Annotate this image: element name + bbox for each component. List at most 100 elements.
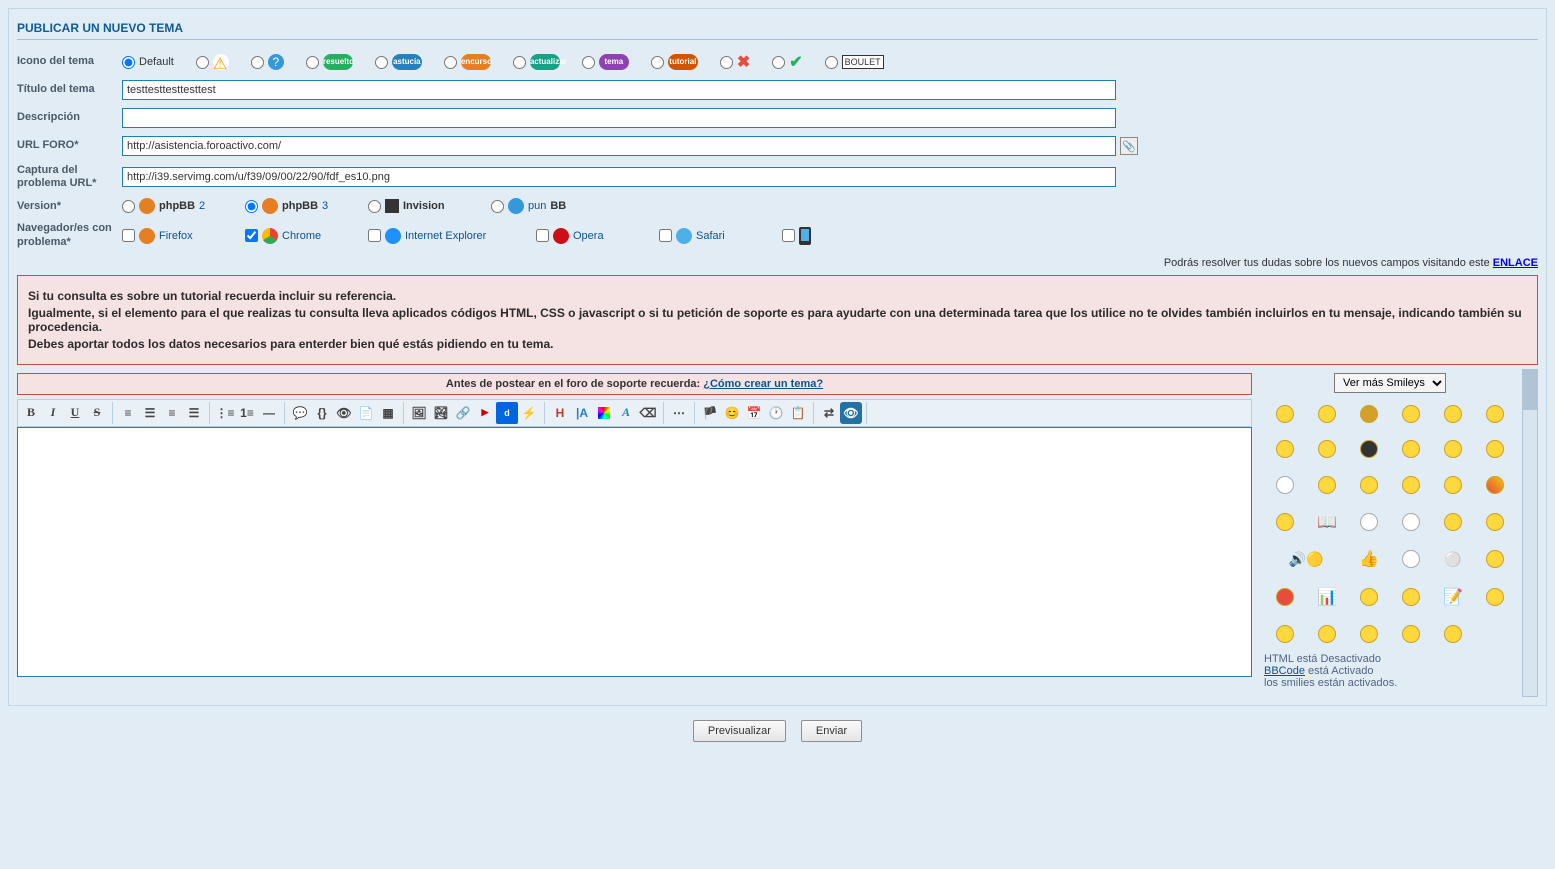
underline-button[interactable]: U bbox=[64, 402, 86, 424]
smiley-dot[interactable]: ⚪ bbox=[1444, 551, 1461, 568]
smiley-worried[interactable] bbox=[1402, 476, 1420, 494]
smiley-cool[interactable] bbox=[1486, 550, 1504, 568]
preview-button[interactable]: Previsualizar bbox=[693, 720, 786, 742]
smiley-b[interactable] bbox=[1276, 625, 1294, 643]
smiley-cry[interactable] bbox=[1444, 405, 1462, 423]
smiley-thumbsup[interactable]: 👍 bbox=[1359, 549, 1379, 569]
flash-button[interactable]: ⚡ bbox=[518, 402, 540, 424]
browser-opera-check[interactable] bbox=[536, 229, 549, 242]
list-number-button[interactable]: 1≡ bbox=[236, 402, 258, 424]
icon-radio-tematico[interactable] bbox=[582, 56, 595, 69]
preview-button[interactable]: 👁 bbox=[840, 402, 862, 424]
align-left-button[interactable]: ≡ bbox=[117, 402, 139, 424]
table-button[interactable]: ▦ bbox=[377, 402, 399, 424]
align-justify-button[interactable]: ☰ bbox=[183, 402, 205, 424]
smiley-wink[interactable] bbox=[1360, 405, 1378, 423]
headers-button[interactable]: H bbox=[549, 402, 571, 424]
spoiler-button[interactable]: 👁 bbox=[333, 402, 355, 424]
emoji-button[interactable]: 😊 bbox=[721, 402, 743, 424]
remove-format-button[interactable]: ⌫ bbox=[637, 402, 659, 424]
smiley-ninja[interactable] bbox=[1360, 440, 1378, 458]
smiley-smile[interactable] bbox=[1276, 405, 1294, 423]
source-button[interactable]: ⇄ bbox=[818, 402, 840, 424]
smiley-scrollbar[interactable] bbox=[1522, 369, 1538, 697]
more-button[interactable]: ⋯ bbox=[668, 402, 690, 424]
icon-radio-tutorial[interactable] bbox=[651, 56, 664, 69]
icon-radio-actualizar[interactable] bbox=[513, 56, 526, 69]
smiley-alien[interactable] bbox=[1402, 513, 1420, 531]
link-button[interactable]: 🔗 bbox=[452, 402, 474, 424]
icon-radio-resuelto[interactable] bbox=[306, 56, 319, 69]
flag-button[interactable]: 🏴 bbox=[699, 402, 721, 424]
browser-firefox-check[interactable] bbox=[122, 229, 135, 242]
version-invision-radio[interactable] bbox=[368, 200, 381, 213]
version-phpbb2-radio[interactable] bbox=[122, 200, 135, 213]
smiley-meh[interactable] bbox=[1402, 405, 1420, 423]
smiley-crazy[interactable] bbox=[1486, 476, 1504, 494]
enlace-link[interactable]: ENLACE bbox=[1493, 257, 1538, 269]
smiley-tear[interactable] bbox=[1444, 440, 1462, 458]
smiley-book[interactable]: 📖 bbox=[1317, 512, 1337, 532]
url-input[interactable] bbox=[122, 136, 1116, 156]
smiley-sad[interactable] bbox=[1318, 405, 1336, 423]
smiley-cool2[interactable] bbox=[1486, 513, 1504, 531]
strike-button[interactable]: S bbox=[86, 402, 108, 424]
dailymotion-button[interactable]: d bbox=[496, 402, 518, 424]
smiley-laugh[interactable] bbox=[1318, 440, 1336, 458]
smiley-halo[interactable] bbox=[1360, 513, 1378, 531]
size-button[interactable]: |A bbox=[571, 402, 593, 424]
image-button[interactable]: 🏞 bbox=[430, 402, 452, 424]
smiley-shock[interactable] bbox=[1402, 440, 1420, 458]
paste-button[interactable]: 📋 bbox=[787, 402, 809, 424]
smiley-angry[interactable] bbox=[1276, 588, 1294, 606]
smiley-f[interactable] bbox=[1444, 625, 1462, 643]
date-button[interactable]: 📅 bbox=[743, 402, 765, 424]
browser-mobile-check[interactable] bbox=[782, 229, 795, 242]
smiley-sleepy[interactable] bbox=[1276, 513, 1294, 531]
smiley-grin[interactable] bbox=[1486, 405, 1504, 423]
smiley-think[interactable] bbox=[1360, 588, 1378, 606]
smiley-d[interactable] bbox=[1360, 625, 1378, 643]
smiley-happy[interactable] bbox=[1486, 440, 1504, 458]
browser-chrome-check[interactable] bbox=[245, 229, 258, 242]
smiley-bat[interactable]: 🔊🟡 bbox=[1289, 551, 1324, 568]
smiley-tongue[interactable] bbox=[1318, 476, 1336, 494]
list-bullet-button[interactable]: ⋮≡ bbox=[214, 402, 236, 424]
align-center-button[interactable]: ☰ bbox=[139, 402, 161, 424]
smiley-blank[interactable] bbox=[1402, 550, 1420, 568]
submit-button[interactable]: Enviar bbox=[801, 720, 862, 742]
youtube-button[interactable]: ▶ bbox=[474, 402, 496, 424]
hidden-button[interactable]: 📄 bbox=[355, 402, 377, 424]
smiley-chart[interactable]: 📊 bbox=[1317, 587, 1337, 607]
smiley-frown[interactable] bbox=[1276, 440, 1294, 458]
smiley-category-select[interactable]: Ver más Smileys bbox=[1334, 373, 1446, 393]
smiley-love[interactable] bbox=[1444, 476, 1462, 494]
smiley-ghost[interactable] bbox=[1276, 476, 1294, 494]
icon-radio-astucia[interactable] bbox=[375, 56, 388, 69]
version-phpbb3-radio[interactable] bbox=[245, 200, 258, 213]
smiley-c[interactable] bbox=[1318, 625, 1336, 643]
capture-input[interactable] bbox=[122, 167, 1116, 187]
icon-radio-help[interactable] bbox=[251, 56, 264, 69]
subject-input[interactable] bbox=[122, 80, 1116, 100]
hr-button[interactable]: — bbox=[258, 402, 280, 424]
browser-safari-check[interactable] bbox=[659, 229, 672, 242]
smiley-e[interactable] bbox=[1402, 625, 1420, 643]
code-button[interactable]: {} bbox=[311, 402, 333, 424]
smiley-mad[interactable] bbox=[1360, 476, 1378, 494]
clock-button[interactable]: 🕐 bbox=[765, 402, 787, 424]
icon-radio-check[interactable] bbox=[772, 56, 785, 69]
quote-button[interactable]: 💬 bbox=[289, 402, 311, 424]
icon-radio-x[interactable] bbox=[720, 56, 733, 69]
icon-radio-default[interactable] bbox=[122, 56, 135, 69]
italic-button[interactable]: I bbox=[42, 402, 64, 424]
color-button[interactable] bbox=[593, 402, 615, 424]
image-host-button[interactable]: 🖼 bbox=[408, 402, 430, 424]
message-textarea[interactable] bbox=[17, 427, 1252, 677]
icon-radio-warn[interactable] bbox=[196, 56, 209, 69]
como-crear-link[interactable]: ¿Cómo crear un tema? bbox=[703, 378, 823, 390]
version-punbb-radio[interactable] bbox=[491, 200, 504, 213]
browser-ie-check[interactable] bbox=[368, 229, 381, 242]
smiley-search[interactable] bbox=[1402, 588, 1420, 606]
smiley-notepad[interactable]: 📝 bbox=[1443, 587, 1463, 607]
